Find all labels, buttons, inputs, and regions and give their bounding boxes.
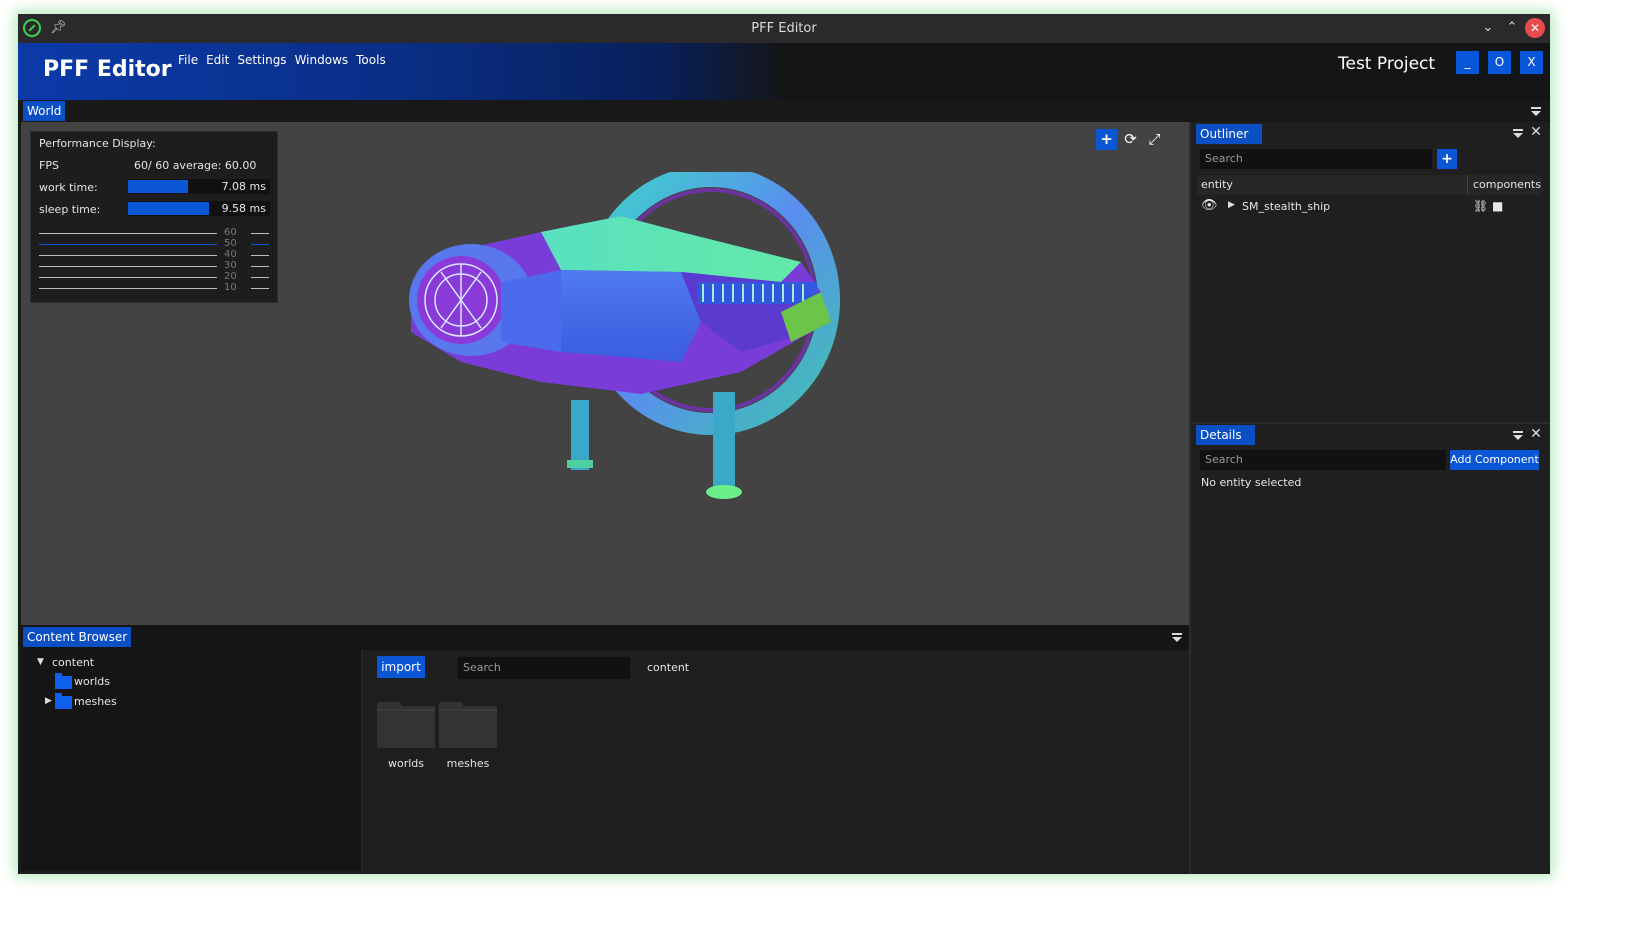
content-splitter[interactable] xyxy=(361,650,363,871)
close-icon[interactable]: ✕ xyxy=(1530,427,1542,441)
expand-arrow-icon[interactable]: ▶ xyxy=(1228,200,1235,210)
entity-name: SM_stealth_ship xyxy=(1242,200,1331,213)
content-browser-tabstrip: Content Browser xyxy=(21,625,1189,650)
fps-value: 60/ 60 average: 60.00 xyxy=(134,159,257,172)
content-path: content xyxy=(647,661,690,674)
col-components: components xyxy=(1473,178,1541,191)
add-entity-icon[interactable]: + xyxy=(1437,149,1457,169)
sleep-time-value: 9.58 ms xyxy=(221,202,266,215)
import-button[interactable]: import xyxy=(377,656,425,678)
cube-icon: ■ xyxy=(1492,199,1504,213)
app-brand: PFF Editor xyxy=(43,57,172,82)
tab-world[interactable]: World xyxy=(23,101,66,121)
tab-details[interactable]: Details xyxy=(1196,425,1255,445)
add-component-button[interactable]: Add Component xyxy=(1450,450,1539,470)
outliner-search-input[interactable]: Search xyxy=(1200,149,1432,169)
panel-menu-icon[interactable] xyxy=(1512,429,1524,441)
folder-icon xyxy=(377,702,435,748)
close-button[interactable]: X xyxy=(1520,51,1543,74)
panel-menu-icon[interactable] xyxy=(1512,127,1524,139)
main-menu: File Edit Settings Windows Tools xyxy=(178,53,386,67)
collapse-arrow-icon[interactable]: ▼ xyxy=(37,657,44,667)
content-tree: ▼ content worlds ▶ meshes xyxy=(21,650,361,871)
world-viewport[interactable]: Performance Display: FPS 60/ 60 average:… xyxy=(21,122,1191,625)
content-search-input[interactable]: Search xyxy=(458,657,630,679)
editor-window: 📌︎ PFF Editor ⌄ ⌃ ✕ PFF Editor File Edit… xyxy=(18,14,1550,874)
move-tool-icon[interactable]: + xyxy=(1096,129,1117,150)
panel-menu-icon[interactable] xyxy=(1171,631,1183,643)
maximize-button[interactable]: O xyxy=(1488,51,1511,74)
folder-label: worlds xyxy=(387,757,425,770)
graph-label-40: 40 xyxy=(224,249,237,260)
menu-edit[interactable]: Edit xyxy=(206,53,229,67)
folder-icon xyxy=(439,702,497,748)
details-panel: Details ✕ Search Add Component No entity… xyxy=(1191,424,1550,874)
outliner-header: entity components xyxy=(1197,175,1542,195)
menu-settings[interactable]: Settings xyxy=(237,53,286,67)
tree-item-content[interactable]: content xyxy=(52,656,94,669)
close-icon[interactable]: ✕ xyxy=(1530,125,1542,139)
work-time-fill xyxy=(128,180,188,193)
graph-label-10: 10 xyxy=(224,282,237,293)
col-entity: entity xyxy=(1201,178,1233,191)
folder-icon xyxy=(55,693,72,709)
chevron-down-icon[interactable]: ⌄ xyxy=(1478,18,1498,38)
menu-file[interactable]: File xyxy=(178,53,198,67)
folder-icon xyxy=(55,673,72,689)
sleep-time-fill xyxy=(128,202,209,215)
graph-label-60: 60 xyxy=(224,227,237,238)
outliner-panel: Outliner ✕ Search + entity components 👁︎… xyxy=(1191,122,1550,422)
app-header: PFF Editor File Edit Settings Windows To… xyxy=(18,43,1550,100)
graph-label-30: 30 xyxy=(224,260,237,271)
work-time-label: work time: xyxy=(39,181,98,194)
eye-icon[interactable]: 👁︎ xyxy=(1201,198,1218,213)
project-name: Test Project xyxy=(1338,54,1436,74)
tab-outliner[interactable]: Outliner xyxy=(1196,124,1262,144)
content-grid: import Search content worlds meshes xyxy=(363,650,1189,871)
minimize-button[interactable]: _ xyxy=(1456,51,1479,74)
ship-model xyxy=(409,172,840,499)
sleep-time-label: sleep time: xyxy=(39,203,101,216)
work-time-bar: 7.08 ms xyxy=(128,179,270,194)
window-titlebar: 📌︎ PFF Editor ⌄ ⌃ ✕ xyxy=(18,14,1550,43)
rotate-tool-icon[interactable]: ⟳ xyxy=(1120,129,1141,150)
chevron-up-icon[interactable]: ⌃ xyxy=(1502,18,1522,38)
tree-item-worlds[interactable]: worlds xyxy=(74,675,110,688)
sleep-time-bar: 9.58 ms xyxy=(128,201,270,216)
scale-tool-icon[interactable]: ⤢ xyxy=(1144,129,1165,150)
details-empty-text: No entity selected xyxy=(1201,476,1302,489)
panel-menu-icon[interactable] xyxy=(1530,105,1542,117)
fps-label: FPS xyxy=(39,159,59,172)
tree-item-meshes[interactable]: meshes xyxy=(74,695,117,708)
window-close-button[interactable]: ✕ xyxy=(1525,18,1545,38)
folder-label: meshes xyxy=(446,757,490,770)
work-time-value: 7.08 ms xyxy=(221,180,266,193)
menu-windows[interactable]: Windows xyxy=(295,53,349,67)
performance-display: Performance Display: FPS 60/ 60 average:… xyxy=(30,131,278,303)
graph-label-50: 50 xyxy=(224,238,237,249)
tab-content-browser[interactable]: Content Browser xyxy=(23,627,132,647)
table-row[interactable]: 👁︎ ▶ SM_stealth_ship ⛓︎ ■ xyxy=(1197,197,1542,217)
perf-title: Performance Display: xyxy=(39,137,156,150)
details-search-input[interactable]: Search xyxy=(1200,450,1446,470)
world-tabstrip: World xyxy=(18,100,1550,122)
menu-tools[interactable]: Tools xyxy=(356,53,386,67)
vertical-splitter[interactable] xyxy=(1189,122,1191,874)
hierarchy-icon: ⛓︎ xyxy=(1473,199,1489,213)
window-title: PFF Editor xyxy=(751,21,817,36)
graph-label-20: 20 xyxy=(224,271,237,282)
expand-arrow-icon[interactable]: ▶ xyxy=(45,696,52,706)
